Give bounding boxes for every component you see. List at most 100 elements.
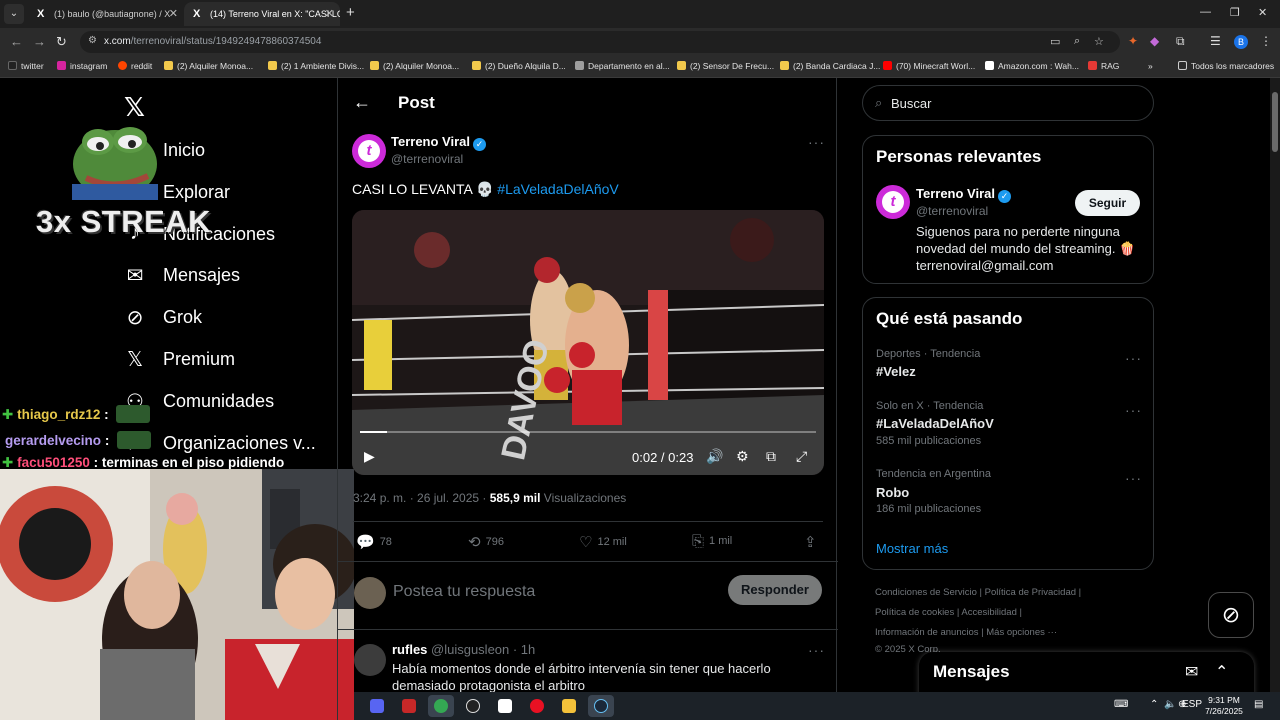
volume-icon[interactable]: 🔈 — [1164, 699, 1176, 710]
pip-icon[interactable]: ⧉ — [766, 448, 776, 465]
footer-links[interactable]: Política de cookies | Accesibilidad | — [875, 603, 1165, 623]
forward-arrow-icon[interactable]: → — [33, 34, 46, 49]
reply-action[interactable]: 💬 78 — [356, 533, 392, 551]
boxing-video-frame: DAVOO — [352, 210, 824, 475]
footer-links[interactable]: Condiciones de Servicio | Política de Pr… — [875, 583, 1165, 603]
video-player[interactable]: DAVOO ▶ 0:02 / 0:23 🔊 ⚙ ⧉ ⤢ — [352, 210, 824, 475]
extension-fox-icon[interactable]: ✦ — [1128, 34, 1138, 48]
more-options-icon[interactable]: ··· — [808, 642, 825, 658]
author-handle[interactable]: @terrenoviral — [391, 152, 463, 166]
reply-author-avatar[interactable] — [354, 644, 386, 676]
volume-icon[interactable]: 🔊 — [706, 448, 723, 465]
language-indicator[interactable]: ESP — [1182, 699, 1202, 710]
bookmark-item[interactable]: reddit — [118, 61, 152, 71]
tab-close-icon[interactable]: ✕ — [169, 2, 178, 26]
opera-icon[interactable] — [524, 695, 550, 717]
clock[interactable]: 9:31 PM 7/26/2025 — [1200, 695, 1248, 717]
reload-icon[interactable]: ↻ — [56, 34, 67, 50]
restore-icon[interactable]: ❐ — [1230, 6, 1240, 19]
tab-search-button[interactable]: ⌄ — [4, 4, 24, 24]
messages-drawer[interactable]: Mensajes ✉ ⌃ — [919, 652, 1254, 696]
streaming-app-icon[interactable] — [396, 695, 422, 717]
cast-icon[interactable]: ▭ — [1050, 35, 1060, 48]
hashtag-link[interactable]: #LaVeladaDelAñoV — [497, 181, 618, 197]
discord-icon[interactable] — [364, 695, 390, 717]
new-message-icon[interactable]: ✉ — [1185, 662, 1198, 682]
chat-emote-icon — [116, 405, 151, 423]
browser-menu-icon[interactable]: ⋮ — [1260, 34, 1272, 48]
chrome-icon[interactable] — [428, 695, 454, 717]
reply-input[interactable]: Postea tu respuesta — [393, 583, 535, 601]
user-avatar[interactable] — [354, 577, 386, 609]
settings-gear-icon[interactable]: ⚙ — [736, 448, 749, 465]
minimize-icon[interactable]: — — [1200, 6, 1211, 18]
bookmark-item[interactable]: (2) Sensor De Frecu... — [677, 61, 774, 71]
back-arrow-icon[interactable]: ← — [353, 92, 371, 113]
tray-overflow-icon[interactable]: ⌃ — [1150, 699, 1158, 710]
like-action[interactable]: ♡ 12 mil — [579, 533, 627, 551]
more-options-icon[interactable]: ··· — [808, 134, 825, 150]
nav-item-mensajes[interactable]: ✉ Mensajes — [122, 261, 322, 291]
more-options-icon[interactable]: ··· — [1125, 402, 1142, 418]
play-icon[interactable]: ▶ — [364, 448, 375, 465]
bookmarks-overflow-icon[interactable]: » — [1148, 61, 1153, 71]
notifications-icon[interactable]: ▤ — [1254, 699, 1263, 710]
page-scrollbar[interactable] — [1270, 78, 1280, 692]
site-info-icon[interactable]: ⚙ — [88, 35, 97, 46]
repost-action[interactable]: ⟲ 796 — [468, 533, 504, 551]
bookmark-item[interactable]: instagram — [57, 61, 107, 71]
reply-button[interactable]: Responder — [728, 575, 822, 605]
url-text[interactable]: x.com/terrenoviral/status/19492494788603… — [104, 36, 321, 47]
keyboard-icon[interactable]: ⌨ — [1114, 699, 1128, 710]
bookmark-item[interactable]: twitter — [8, 61, 44, 71]
profile-avatar[interactable]: B — [1234, 35, 1248, 49]
bookmark-item[interactable]: (2) Dueño Alquila D... — [472, 61, 566, 71]
new-tab-button[interactable]: + — [346, 4, 355, 22]
bookmark-item[interactable]: (2) Banda Cardiaca J... — [780, 61, 880, 71]
nav-item-grok[interactable]: ⊘ Grok — [122, 303, 322, 333]
author-avatar[interactable]: t — [352, 134, 386, 168]
nav-item-premium[interactable]: 𝕏 Premium — [122, 345, 322, 375]
webcam-feed — [0, 469, 354, 720]
tab-close-icon[interactable]: ✕ — [325, 2, 334, 26]
search-input[interactable]: ⌕ Buscar — [862, 85, 1154, 121]
relevant-handle[interactable]: @terrenoviral — [916, 204, 988, 218]
window-close-icon[interactable]: ✕ — [1258, 6, 1267, 19]
obs-icon[interactable] — [460, 695, 486, 717]
relevant-name[interactable]: Terreno Viral ✓ — [916, 186, 1011, 203]
show-more-link[interactable]: Mostrar más — [876, 541, 948, 556]
back-arrow-icon[interactable]: ← — [10, 34, 23, 49]
grok-floating-button[interactable]: ⊘ — [1208, 592, 1254, 638]
relevant-avatar[interactable]: t — [876, 185, 910, 219]
author-name[interactable]: Terreno Viral ✓ — [391, 134, 486, 151]
bookmark-item[interactable]: Amazon.com : Wah... — [985, 61, 1079, 71]
steam-icon[interactable] — [588, 695, 614, 717]
video-progress-bar[interactable] — [360, 431, 816, 433]
extension-color-icon[interactable]: ◆ — [1150, 34, 1159, 48]
more-options-icon[interactable]: ··· — [1125, 350, 1142, 366]
bookmark-item[interactable]: Departamento en al... — [575, 61, 670, 71]
bookmark-item[interactable]: (2) 1 Ambiente Divis... — [268, 61, 364, 71]
all-bookmarks-folder[interactable]: Todos los marcadores — [1178, 61, 1274, 71]
scrollbar-thumb[interactable] — [1272, 92, 1278, 152]
bookmark-item[interactable]: (2) Alquiler Monoa... — [370, 61, 459, 71]
share-action[interactable]: ⇪ — [804, 533, 822, 551]
bookmark-action[interactable]: ⎘ 1 mil — [692, 533, 732, 550]
fullscreen-icon[interactable]: ⤢ — [796, 448, 807, 465]
zoom-icon[interactable]: ⌕ — [1074, 35, 1080, 48]
capcut-icon[interactable] — [492, 695, 518, 717]
browser-tab-1[interactable]: X (1) baulo (@bautiagnone) / X ✕ — [28, 2, 184, 26]
reply-author[interactable]: rufles @luisgusleon · 1h — [392, 642, 535, 657]
media-controls-icon[interactable]: ☰ — [1210, 34, 1221, 48]
browser-tab-2[interactable]: X (14) Terreno Viral en X: "CASI LO ✕ — [184, 2, 340, 26]
bookmark-item[interactable]: (70) Minecraft Worl... — [883, 61, 975, 71]
more-options-icon[interactable]: ··· — [1125, 470, 1142, 486]
bookmark-star-icon[interactable]: ☆ — [1094, 35, 1104, 48]
file-explorer-icon[interactable] — [556, 695, 582, 717]
follow-button[interactable]: Seguir — [1075, 190, 1140, 216]
extensions-puzzle-icon[interactable]: ⧉ — [1176, 34, 1185, 49]
bookmark-item[interactable]: (2) Alquiler Monoa... — [164, 61, 253, 71]
address-bar[interactable]: ⚙ x.com/terrenoviral/status/194924947886… — [80, 31, 1120, 53]
bookmark-item[interactable]: RAG — [1088, 61, 1119, 71]
expand-up-icon[interactable]: ⌃ — [1215, 662, 1228, 682]
